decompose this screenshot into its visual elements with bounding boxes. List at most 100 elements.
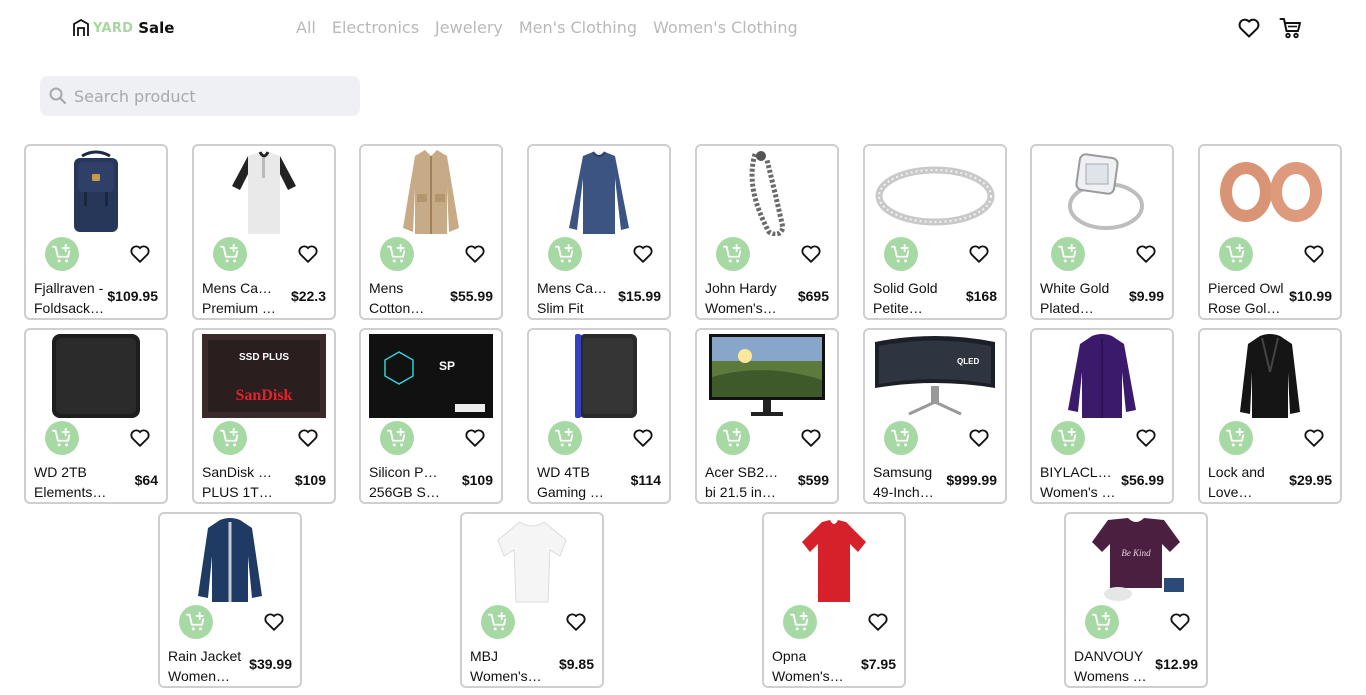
add-to-cart-button[interactable] (716, 237, 750, 271)
add-to-cart-button[interactable] (1219, 237, 1253, 271)
product-image[interactable] (705, 332, 829, 420)
brand-logo[interactable]: YARD Sale (72, 17, 174, 39)
product-card[interactable]: Fjallraven - Foldsack… $109.95 (24, 144, 168, 320)
heart-icon[interactable] (263, 611, 285, 633)
add-to-cart-button[interactable] (884, 421, 918, 455)
add-to-cart-button[interactable] (548, 237, 582, 271)
search-input[interactable] (74, 86, 344, 106)
heart-icon[interactable] (464, 427, 486, 449)
add-to-cart-button[interactable] (1051, 421, 1085, 455)
product-image[interactable] (202, 148, 326, 236)
product-card[interactable]: Be Kind DANVOUY Womens T… $12.99 (1064, 512, 1208, 688)
product-card[interactable]: QLED Samsung 49-Inch… $999.99 (863, 328, 1007, 504)
product-card[interactable]: Acer SB220Q bi 21.5 inch… $599 (695, 328, 839, 504)
add-to-cart-button[interactable] (1051, 237, 1085, 271)
product-image[interactable]: SP (369, 332, 493, 420)
heart-icon[interactable] (867, 611, 889, 633)
product-image[interactable] (470, 516, 594, 604)
product-title[interactable]: WD 2TB Elements… (34, 462, 110, 502)
nav-jewelery[interactable]: Jewelery (435, 18, 503, 37)
product-card[interactable]: Lock and Love… $29.95 (1198, 328, 1342, 504)
product-image[interactable] (1208, 148, 1332, 236)
heart-icon[interactable] (800, 243, 822, 265)
heart-icon[interactable] (129, 243, 151, 265)
product-image[interactable]: SSD PLUS SanDisk (202, 332, 326, 420)
product-card[interactable]: Rain Jacket Women… $39.99 (158, 512, 302, 688)
heart-icon[interactable] (565, 611, 587, 633)
product-card[interactable]: White Gold Plated… $9.99 (1030, 144, 1174, 320)
product-title[interactable]: John Hardy Women's… (705, 278, 781, 318)
heart-icon[interactable] (464, 243, 486, 265)
add-to-cart-button[interactable] (481, 605, 515, 639)
add-to-cart-button[interactable] (783, 605, 817, 639)
add-to-cart-button[interactable] (1219, 421, 1253, 455)
product-image[interactable] (369, 148, 493, 236)
heart-icon[interactable] (632, 427, 654, 449)
heart-icon[interactable] (1169, 611, 1191, 633)
product-card[interactable]: Mens Cotton… $55.99 (359, 144, 503, 320)
heart-icon[interactable] (968, 243, 990, 265)
add-to-cart-button[interactable] (213, 421, 247, 455)
add-to-cart-button[interactable] (716, 421, 750, 455)
product-image[interactable] (705, 148, 829, 236)
product-image[interactable] (1208, 332, 1332, 420)
nav-mens-clothing[interactable]: Men's Clothing (519, 18, 637, 37)
product-title[interactable]: Acer SB220Q bi 21.5 inch… (705, 462, 781, 502)
product-card[interactable]: Pierced Owl Rose Gold… $10.99 (1198, 144, 1342, 320)
product-card[interactable]: WD 2TB Elements… $64 (24, 328, 168, 504)
product-title[interactable]: Mens Cotton… (369, 278, 445, 318)
product-image[interactable]: QLED (873, 332, 997, 420)
cart-icon[interactable] (1279, 16, 1303, 40)
product-card[interactable]: MBJ Women's… $9.85 (460, 512, 604, 688)
product-title[interactable]: BIYLACLESEN Women's … (1040, 462, 1116, 502)
heart-icon[interactable] (968, 427, 990, 449)
product-image[interactable] (1040, 148, 1164, 236)
product-title[interactable]: Mens Casual Premium Sl… (202, 278, 278, 318)
heart-icon[interactable] (1135, 243, 1157, 265)
heart-icon[interactable] (297, 427, 319, 449)
heart-icon[interactable] (1303, 427, 1325, 449)
add-to-cart-button[interactable] (380, 421, 414, 455)
nav-electronics[interactable]: Electronics (332, 18, 419, 37)
product-image[interactable] (168, 516, 292, 604)
product-image[interactable] (772, 516, 896, 604)
heart-icon[interactable] (1135, 427, 1157, 449)
product-card[interactable]: John Hardy Women's… $695 (695, 144, 839, 320)
heart-icon[interactable] (800, 427, 822, 449)
product-card[interactable]: WD 4TB Gaming Driv… $114 (527, 328, 671, 504)
add-to-cart-button[interactable] (45, 237, 79, 271)
add-to-cart-button[interactable] (179, 605, 213, 639)
product-title[interactable]: WD 4TB Gaming Driv… (537, 462, 613, 502)
product-title[interactable]: Fjallraven - Foldsack… (34, 278, 110, 318)
add-to-cart-button[interactable] (548, 421, 582, 455)
product-card[interactable]: SSD PLUS SanDisk SanDisk SSD PLUS 1TB… $1… (192, 328, 336, 504)
product-title[interactable]: Pierced Owl Rose Gold… (1208, 278, 1284, 318)
product-image[interactable] (537, 148, 661, 236)
product-title[interactable]: Mens Casual Slim Fit (537, 278, 613, 318)
product-card[interactable]: Opna Women's… $7.95 (762, 512, 906, 688)
product-title[interactable]: Lock and Love… (1208, 462, 1284, 502)
product-card[interactable]: SP Silicon Power 256GB SSD … $109 (359, 328, 503, 504)
add-to-cart-button[interactable] (380, 237, 414, 271)
heart-icon[interactable] (129, 427, 151, 449)
heart-icon[interactable] (1303, 243, 1325, 265)
product-title[interactable]: Opna Women's… (772, 646, 848, 686)
product-card[interactable]: Mens Casual Slim Fit $15.99 (527, 144, 671, 320)
product-image[interactable] (1040, 332, 1164, 420)
add-to-cart-button[interactable] (884, 237, 918, 271)
product-title[interactable]: DANVOUY Womens T… (1074, 646, 1150, 686)
heart-icon[interactable] (632, 243, 654, 265)
nav-womens-clothing[interactable]: Women's Clothing (653, 18, 798, 37)
product-image[interactable] (873, 148, 997, 236)
product-image[interactable] (537, 332, 661, 420)
heart-icon[interactable] (297, 243, 319, 265)
product-title[interactable]: White Gold Plated… (1040, 278, 1116, 318)
product-image[interactable] (34, 148, 158, 236)
product-image[interactable]: Be Kind (1074, 516, 1198, 604)
product-image[interactable] (34, 332, 158, 420)
product-title[interactable]: SanDisk SSD PLUS 1TB… (202, 462, 278, 502)
product-title[interactable]: Solid Gold Petite… (873, 278, 949, 318)
nav-all[interactable]: All (296, 18, 316, 37)
product-title[interactable]: Silicon Power 256GB SSD … (369, 462, 445, 502)
product-title[interactable]: MBJ Women's… (470, 646, 546, 686)
